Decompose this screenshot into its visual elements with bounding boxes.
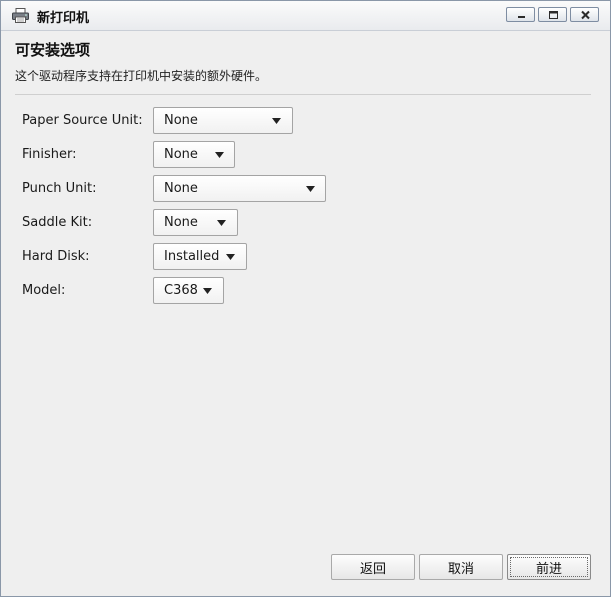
back-button-label: 返回	[359, 561, 386, 577]
chevron-down-icon	[306, 186, 315, 192]
chevron-down-icon	[203, 288, 212, 294]
finisher-select[interactable]: None	[153, 141, 235, 168]
forward-button[interactable]: 前进	[507, 554, 591, 580]
punch-unit-label: Punch Unit:	[22, 181, 97, 196]
header-divider	[15, 94, 591, 95]
chevron-down-icon	[215, 152, 224, 158]
page-header: 可安装选项	[15, 39, 90, 60]
model-label: Model:	[22, 283, 66, 298]
chevron-down-icon	[226, 254, 235, 260]
minimize-button[interactable]	[506, 7, 535, 22]
finisher-label: Finisher:	[22, 147, 77, 162]
saddle-kit-label: Saddle Kit:	[22, 215, 93, 230]
minimize-icon	[518, 16, 525, 18]
close-button[interactable]	[570, 7, 599, 22]
paper-source-unit-value: None	[164, 113, 198, 128]
chevron-down-icon	[217, 220, 226, 226]
page-title: 可安装选项	[15, 41, 91, 59]
close-icon	[581, 10, 590, 20]
punch-unit-select[interactable]: None	[153, 175, 326, 202]
window-title: 新打印机	[37, 11, 90, 26]
saddle-kit-value: None	[164, 215, 198, 230]
punch-unit-value: None	[164, 181, 198, 196]
hard-disk-value: Installed	[164, 249, 220, 264]
hard-disk-select[interactable]: Installed	[153, 243, 247, 270]
cancel-button[interactable]: 取消	[419, 554, 503, 580]
cancel-button-label: 取消	[447, 561, 474, 577]
new-printer-window: 新打印机 可安装选项 这个驱动程序支持在打印机中安装的额外硬件。 Paper S…	[0, 0, 611, 597]
page-description: 这个驱动程序支持在打印机中安装的额外硬件。	[15, 69, 268, 83]
paper-source-unit-label: Paper Source Unit:	[22, 113, 143, 128]
back-button[interactable]: 返回	[331, 554, 415, 580]
printer-icon	[12, 8, 29, 23]
forward-button-label: 前进	[535, 561, 562, 577]
finisher-value: None	[164, 147, 198, 162]
hard-disk-label: Hard Disk:	[22, 249, 90, 264]
chevron-down-icon	[272, 118, 281, 124]
saddle-kit-select[interactable]: None	[153, 209, 238, 236]
maximize-icon	[549, 11, 558, 19]
title-bar[interactable]: 新打印机	[1, 1, 610, 31]
model-value: C368	[164, 283, 198, 298]
model-select[interactable]: C368	[153, 277, 224, 304]
maximize-button[interactable]	[538, 7, 567, 22]
paper-source-unit-select[interactable]: None	[153, 107, 293, 134]
